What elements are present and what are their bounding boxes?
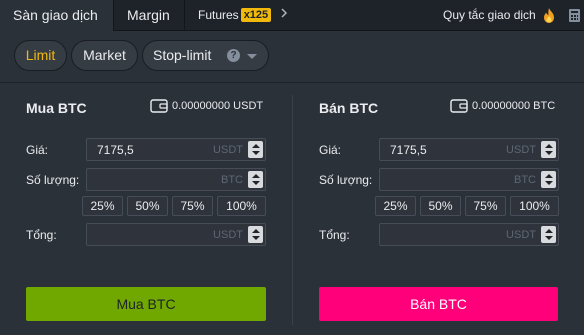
wallet-icon (150, 99, 168, 113)
stepper-icon[interactable] (541, 226, 556, 243)
sell-total-input[interactable]: USDT (379, 223, 559, 246)
wallet-icon (450, 99, 468, 113)
buy-price-value: 7175,5 (97, 143, 134, 157)
sell-percent-25[interactable]: 25% (375, 196, 416, 216)
help-icon[interactable]: ? (227, 49, 240, 62)
sell-percent-75[interactable]: 75% (465, 196, 506, 216)
buy-total-label: Tổng: (26, 228, 57, 242)
tab-margin[interactable]: Margin (113, 0, 185, 31)
buy-percent-50[interactable]: 50% (127, 196, 168, 216)
buy-total-input[interactable]: USDT (86, 223, 266, 246)
sell-price-value: 7175,5 (390, 143, 427, 157)
sell-price-unit: USDT (506, 144, 536, 156)
buy-amount-input[interactable]: BTC (86, 168, 266, 191)
chevron-right-icon[interactable] (280, 6, 288, 23)
buy-total-unit: USDT (213, 229, 243, 241)
sell-price-label: Giá: (319, 143, 342, 157)
tab-futures-label: Futures (198, 8, 239, 22)
trading-rules-link[interactable]: Quy tắc giao dịch (443, 0, 536, 31)
sell-total-label: Tổng: (319, 228, 350, 242)
tab-futures[interactable]: Futures x125 (198, 0, 272, 31)
order-type-limit[interactable]: Limit (14, 40, 67, 71)
buy-percent-25[interactable]: 25% (82, 196, 123, 216)
sell-panel: Bán BTC 0.00000000 BTC Giá: 7175,5 USDT … (293, 83, 584, 335)
stepper-icon[interactable] (541, 171, 556, 188)
stepper-icon[interactable] (248, 141, 263, 158)
buy-price-unit: USDT (213, 144, 243, 156)
order-type-stop-limit[interactable]: Stop-limit ? (142, 40, 269, 71)
sell-percent-100[interactable]: 100% (510, 196, 559, 216)
stepper-icon[interactable] (248, 171, 263, 188)
buy-title: Mua BTC (26, 100, 87, 116)
buy-percent-100[interactable]: 100% (217, 196, 266, 216)
calculator-icon[interactable] (569, 9, 580, 22)
top-tab-bar: Sàn giao dịch Margin Futures x125 Quy tắc… (0, 0, 584, 31)
stepper-icon[interactable] (248, 226, 263, 243)
sell-amount-unit: BTC (514, 174, 536, 186)
sell-percent-50[interactable]: 50% (420, 196, 461, 216)
buy-button[interactable]: Mua BTC (26, 287, 266, 321)
tab-spot[interactable]: Sàn giao dịch (0, 0, 113, 31)
buy-price-input[interactable]: 7175,5 USDT (86, 138, 266, 161)
sell-balance: 0.00000000 BTC (472, 100, 556, 112)
chevron-down-icon[interactable] (247, 54, 257, 59)
leverage-badge: x125 (240, 8, 272, 22)
buy-balance: 0.00000000 USDT (172, 100, 264, 112)
sell-price-input[interactable]: 7175,5 USDT (379, 138, 559, 161)
fire-icon (541, 7, 557, 24)
stepper-icon[interactable] (541, 141, 556, 158)
sell-amount-label: Số lượng: (319, 173, 373, 187)
buy-amount-label: Số lượng: (26, 173, 80, 187)
sell-amount-input[interactable]: BTC (379, 168, 559, 191)
buy-amount-unit: BTC (221, 174, 243, 186)
sell-title: Bán BTC (319, 100, 379, 116)
buy-percent-75[interactable]: 75% (172, 196, 213, 216)
stop-limit-label: Stop-limit (153, 47, 212, 63)
buy-panel: Mua BTC 0.00000000 USDT Giá: 7175,5 USDT… (0, 83, 292, 335)
order-type-market[interactable]: Market (71, 40, 138, 71)
buy-price-label: Giá: (26, 143, 49, 157)
sell-total-unit: USDT (506, 229, 536, 241)
sell-button[interactable]: Bán BTC (319, 287, 558, 321)
